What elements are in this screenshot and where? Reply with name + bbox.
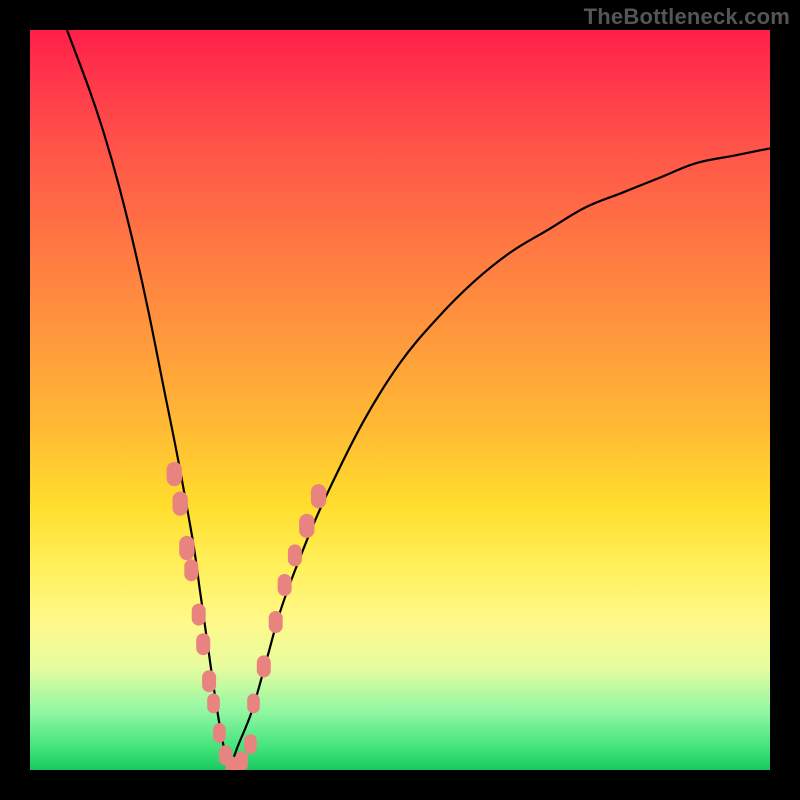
data-marker bbox=[235, 751, 248, 770]
data-marker bbox=[288, 544, 302, 566]
data-marker bbox=[269, 611, 283, 633]
data-marker bbox=[167, 462, 182, 486]
plot-area bbox=[30, 30, 770, 770]
data-marker bbox=[179, 536, 194, 560]
data-marker bbox=[278, 574, 292, 596]
chart-svg bbox=[30, 30, 770, 770]
data-marker bbox=[173, 492, 188, 516]
data-marker bbox=[196, 633, 210, 655]
data-marker bbox=[202, 670, 216, 692]
data-marker bbox=[213, 723, 226, 743]
data-marker bbox=[299, 514, 314, 538]
chart-frame: TheBottleneck.com bbox=[0, 0, 800, 800]
data-marker bbox=[247, 694, 260, 714]
data-marker bbox=[207, 694, 220, 714]
data-marker bbox=[311, 484, 326, 508]
data-marker bbox=[244, 734, 257, 754]
curve-left-branch bbox=[67, 30, 230, 770]
data-marker bbox=[184, 559, 198, 581]
data-marker bbox=[257, 655, 271, 677]
data-marker bbox=[192, 604, 206, 626]
curve-right-branch bbox=[230, 148, 770, 770]
watermark-text: TheBottleneck.com bbox=[584, 4, 790, 30]
